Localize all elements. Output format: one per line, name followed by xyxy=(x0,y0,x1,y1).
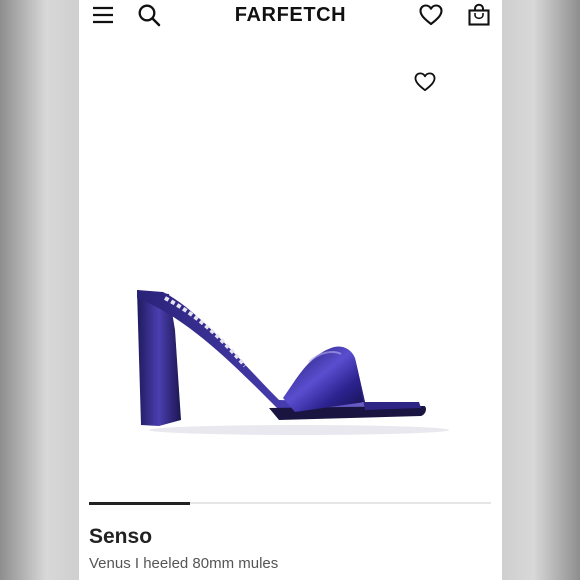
product-page: FARFETCH Senso Venus I heeled 80mm mules xyxy=(79,0,502,580)
product-image[interactable] xyxy=(119,270,459,440)
top-navigation-bar: FARFETCH xyxy=(79,0,502,30)
product-brand[interactable]: Senso xyxy=(89,525,152,549)
wishlist-icon[interactable] xyxy=(418,2,444,28)
image-carousel-indicator[interactable] xyxy=(89,501,491,505)
carousel-progress-bar xyxy=(89,501,190,505)
bag-icon[interactable] xyxy=(466,2,492,28)
heart-outline-icon[interactable] xyxy=(412,70,438,94)
product-name: Venus I heeled 80mm mules xyxy=(89,555,279,572)
